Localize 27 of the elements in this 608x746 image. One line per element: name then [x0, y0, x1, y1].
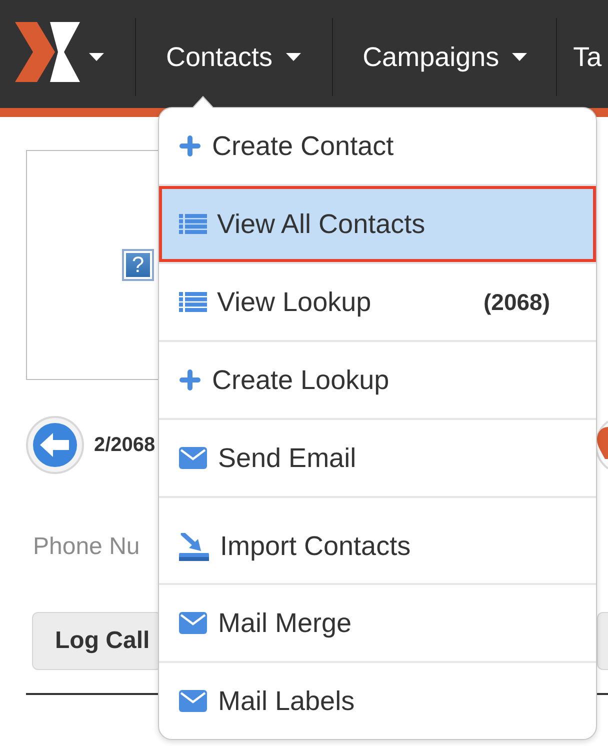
caret-icon [512, 53, 528, 61]
broken-image-icon: ? [122, 249, 154, 281]
menu-item[interactable]: View All Contacts [159, 186, 596, 262]
import-tray-icon [179, 532, 209, 560]
menu-item[interactable]: Mail Labels [159, 663, 596, 739]
nav-menu-button[interactable]: Contacts [166, 44, 301, 70]
caret-icon [89, 53, 104, 61]
envelope-icon [179, 690, 207, 712]
item-count: (2068) [484, 290, 550, 314]
nav-menu-button[interactable]: Ta [573, 44, 602, 70]
nav-menu-button[interactable]: Campaigns [362, 44, 528, 70]
caret-icon [286, 53, 301, 61]
menu-item[interactable]: Mail Merge [159, 585, 596, 661]
envelope-icon [179, 447, 207, 469]
menu-item[interactable]: Send Email [159, 420, 596, 496]
menu-item[interactable]: Import Contacts [159, 498, 596, 583]
list-icon [179, 292, 207, 312]
menu-item[interactable]: Create Contact [159, 108, 596, 184]
menu-item[interactable]: View Lookup (2068) [159, 264, 596, 340]
plus-icon [179, 369, 201, 391]
list-icon [179, 214, 207, 234]
menu-item[interactable]: Create Lookup [159, 342, 596, 418]
logo-icon[interactable] [15, 22, 81, 82]
record-position: 2/2068 [94, 435, 156, 455]
envelope-icon [179, 612, 207, 634]
phone-number-label: Phone Nu [33, 535, 140, 559]
plus-icon [179, 135, 201, 157]
